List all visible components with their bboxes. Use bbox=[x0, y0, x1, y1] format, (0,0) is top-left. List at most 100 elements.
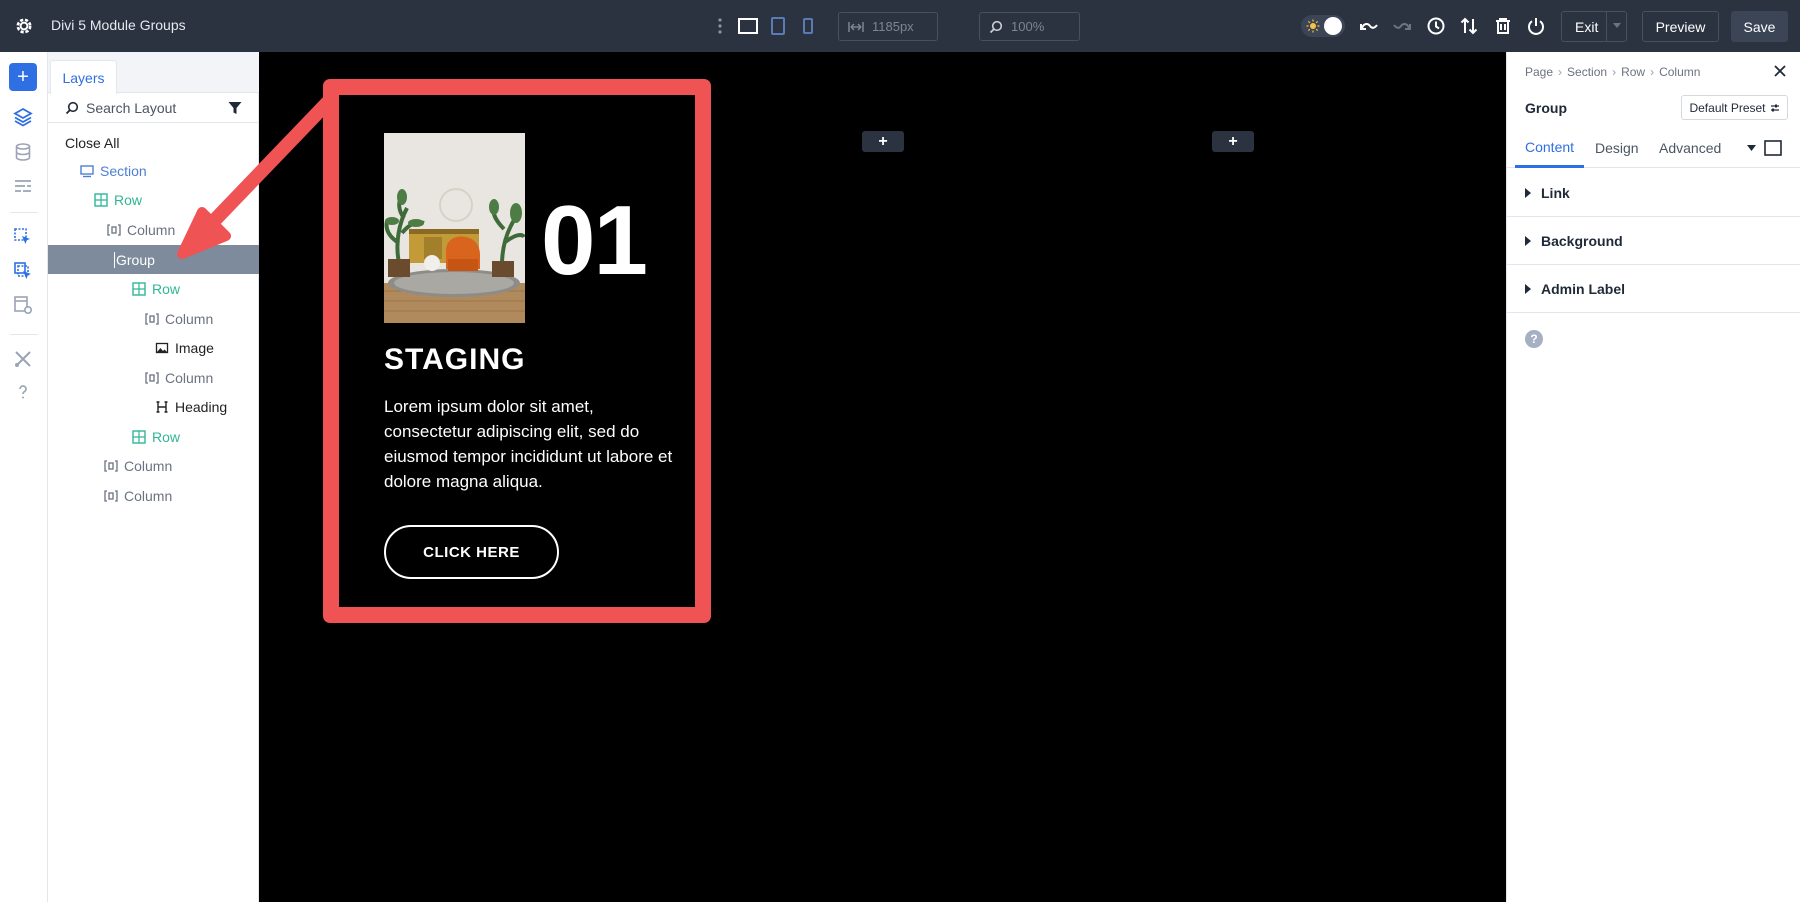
settings-tabs: Content Design Advanced bbox=[1507, 128, 1800, 168]
breadcrumb: Page › Section › Row › Column bbox=[1525, 65, 1700, 79]
tab-advanced[interactable]: Advanced bbox=[1659, 128, 1721, 168]
tree-item-row[interactable]: Row bbox=[94, 185, 142, 214]
search-layout-input[interactable] bbox=[86, 99, 226, 117]
database-icon[interactable] bbox=[13, 142, 33, 162]
tree-item-image[interactable]: Image bbox=[155, 333, 214, 362]
exit-label: Exit bbox=[1575, 18, 1599, 35]
breadcrumb-page[interactable]: Page bbox=[1525, 65, 1553, 79]
card-heading[interactable]: STAGING bbox=[384, 343, 525, 377]
living-room-image bbox=[384, 133, 525, 323]
history-icon[interactable] bbox=[1425, 15, 1447, 37]
rail-divider bbox=[10, 334, 38, 335]
staging-photo[interactable] bbox=[384, 133, 525, 323]
desktop-view-icon[interactable] bbox=[737, 15, 759, 37]
tree-item-section[interactable]: Section bbox=[80, 156, 147, 185]
layers-panel: Layers Close All Section Row Column Grou… bbox=[48, 52, 259, 902]
close-all-button[interactable]: Close All bbox=[65, 135, 119, 151]
help-button[interactable]: ? bbox=[1525, 330, 1543, 348]
chevron-right-icon: › bbox=[1650, 65, 1655, 79]
help-icon[interactable] bbox=[13, 382, 33, 402]
chevron-down-icon[interactable] bbox=[1747, 145, 1756, 151]
trash-icon[interactable] bbox=[1492, 15, 1514, 37]
tools-icon[interactable] bbox=[13, 349, 33, 369]
breadcrumb-column[interactable]: Column bbox=[1659, 65, 1700, 79]
tree-item-column[interactable]: Column bbox=[107, 215, 175, 244]
tab-content[interactable]: Content bbox=[1515, 128, 1585, 168]
exit-button[interactable]: Exit bbox=[1561, 11, 1627, 42]
preview-button[interactable]: Preview bbox=[1642, 11, 1719, 42]
page-settings-icon[interactable] bbox=[13, 295, 33, 315]
click-here-button[interactable]: CLICK HERE bbox=[384, 525, 559, 579]
add-column-button[interactable]: + bbox=[1212, 131, 1254, 152]
sort-arrows-icon[interactable] bbox=[1458, 15, 1480, 37]
tree-item-label: Row bbox=[114, 191, 143, 208]
theme-toggle[interactable] bbox=[1301, 15, 1345, 37]
expand-panel-icon[interactable] bbox=[1764, 140, 1782, 156]
tree-item-heading[interactable]: Heading bbox=[155, 392, 227, 421]
power-icon[interactable] bbox=[1525, 15, 1547, 37]
toggle-knob bbox=[1324, 17, 1342, 35]
tablet-view-icon[interactable] bbox=[767, 15, 789, 37]
caret-right-icon bbox=[1525, 235, 1531, 246]
left-icon-rail: + bbox=[0, 52, 48, 902]
admin-label-toggle[interactable]: Admin Label bbox=[1507, 265, 1800, 313]
breadcrumb-row[interactable]: Row bbox=[1621, 65, 1645, 79]
tab-design[interactable]: Design bbox=[1595, 128, 1639, 168]
app-title: Divi 5 Module Groups bbox=[51, 17, 186, 33]
more-vertical-icon[interactable] bbox=[709, 15, 731, 37]
layers-tab-bar: Layers bbox=[48, 52, 259, 94]
zoom-field[interactable]: 100% bbox=[979, 12, 1080, 41]
tab-layers[interactable]: Layers bbox=[50, 60, 117, 94]
phone-view-icon[interactable] bbox=[797, 15, 819, 37]
background-toggle[interactable]: Background bbox=[1507, 217, 1800, 265]
tree-item-label: Column bbox=[124, 487, 173, 504]
gear-icon[interactable] bbox=[14, 16, 34, 36]
column-icon bbox=[104, 459, 118, 472]
tree-item-label: Column bbox=[165, 369, 214, 386]
layout-list-icon[interactable] bbox=[13, 177, 33, 197]
chevron-down-icon[interactable] bbox=[1613, 23, 1621, 29]
layers-search bbox=[48, 93, 259, 123]
tree-item-label: Image bbox=[175, 339, 214, 356]
close-icon[interactable] bbox=[1773, 64, 1787, 78]
caret-right-icon bbox=[1525, 187, 1531, 198]
exit-divider bbox=[1606, 12, 1607, 41]
tree-item-label: Row bbox=[152, 280, 181, 297]
top-toolbar: Divi 5 Module Groups 1185px 100% Exit Pr… bbox=[0, 0, 1800, 52]
tree-item-label: Column bbox=[127, 221, 176, 238]
undo-icon[interactable] bbox=[1358, 15, 1380, 37]
card-number[interactable]: 01 bbox=[541, 191, 648, 289]
row-icon bbox=[132, 281, 146, 296]
search-icon bbox=[65, 101, 79, 115]
column-icon bbox=[107, 223, 121, 236]
save-button[interactable]: Save bbox=[1731, 11, 1788, 42]
add-column-button[interactable]: + bbox=[862, 131, 904, 152]
tree-item-column[interactable]: Column bbox=[145, 304, 213, 333]
tree-item-column[interactable]: Column bbox=[104, 481, 172, 510]
preset-label: Default Preset bbox=[1689, 100, 1766, 115]
layers-icon[interactable] bbox=[13, 107, 33, 127]
filter-icon[interactable] bbox=[228, 101, 242, 115]
breadcrumb-section[interactable]: Section bbox=[1567, 65, 1607, 79]
toggle-label: Admin Label bbox=[1541, 280, 1626, 297]
tree-item-row[interactable]: Row bbox=[132, 274, 180, 303]
tree-item-row[interactable]: Row bbox=[132, 422, 180, 451]
heading-icon bbox=[156, 400, 168, 413]
preset-selector[interactable]: Default Preset bbox=[1681, 95, 1788, 120]
canvas-width-field[interactable]: 1185px bbox=[838, 12, 938, 41]
tree-item-column[interactable]: Column bbox=[104, 451, 172, 480]
select-element-icon[interactable] bbox=[13, 227, 33, 247]
tree-item-label: Row bbox=[152, 428, 181, 445]
tree-item-group[interactable]: Group bbox=[48, 245, 259, 274]
column-icon bbox=[145, 312, 159, 325]
add-module-button[interactable]: + bbox=[9, 63, 37, 91]
canvas-width-value: 1185px bbox=[872, 19, 914, 34]
card-body-text[interactable]: Lorem ipsum dolor sit amet, consectetur … bbox=[384, 394, 684, 494]
redo-icon[interactable] bbox=[1391, 15, 1413, 37]
tree-item-column[interactable]: Column bbox=[145, 363, 213, 392]
tree-item-label: Section bbox=[100, 162, 147, 179]
rail-divider bbox=[10, 212, 38, 213]
multi-select-icon[interactable] bbox=[13, 261, 33, 281]
link-toggle[interactable]: Link bbox=[1507, 169, 1800, 217]
toggle-label: Link bbox=[1541, 184, 1570, 201]
